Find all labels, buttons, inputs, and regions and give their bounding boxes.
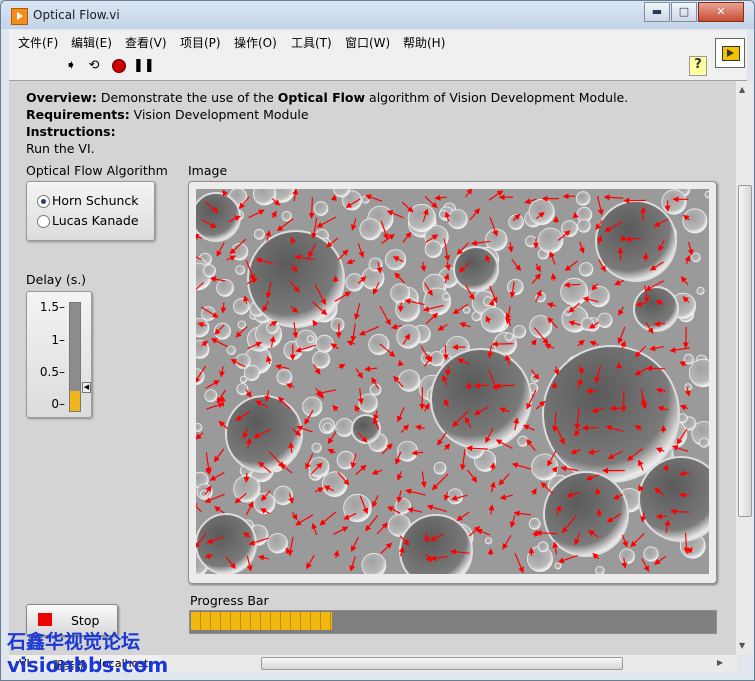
menu-operate[interactable]: 操作(O)	[234, 34, 277, 51]
title-bar: Optical Flow.vi ▬ □ ✕	[1, 1, 754, 29]
requirements-label: Requirements:	[26, 107, 130, 122]
watermark-cn: 石鑫华视觉论坛	[7, 631, 141, 653]
delay-track[interactable]	[69, 302, 81, 412]
vertical-scrollbar[interactable]: ▲ ▼	[736, 81, 753, 655]
overview-text-1: Demonstrate the use of the	[96, 90, 278, 105]
requirements-text: Vision Development Module	[129, 107, 309, 122]
labview-vi-icon	[11, 8, 28, 25]
flow-vector	[442, 345, 449, 361]
horizontal-scroll-thumb[interactable]	[261, 657, 623, 670]
flow-vector	[653, 320, 666, 327]
watermark-url: visionbbs.com	[7, 653, 169, 677]
menu-tools[interactable]: 工具(T)	[291, 34, 332, 51]
stop-label: Stop	[71, 613, 100, 628]
overview-label: Overview:	[26, 90, 97, 105]
vi-window: Optical Flow.vi ▬ □ ✕ 文件(F) 编辑(E) 查看(V) …	[0, 0, 755, 681]
progress-label: Progress Bar	[190, 593, 269, 608]
menu-help[interactable]: 帮助(H)	[403, 34, 445, 51]
scroll-up-icon[interactable]: ▲	[739, 85, 745, 94]
flow-vector	[491, 341, 514, 348]
radio-lucas-kanade[interactable]	[37, 215, 50, 228]
delay-tick-0-5: 0.5–	[39, 365, 65, 379]
progress-fill	[191, 612, 332, 630]
radio-horn-schunck[interactable]	[37, 195, 50, 208]
overview-text-2: algorithm of Vision Development Module.	[365, 90, 629, 105]
flow-vector	[445, 366, 452, 377]
delay-label: Delay (s.)	[26, 272, 87, 287]
algorithm-radio-group: Horn Schunck Lucas Kanade	[26, 181, 155, 241]
flow-vector	[243, 472, 250, 483]
delay-slider-thumb[interactable]: ◀	[82, 382, 91, 393]
menu-file[interactable]: 文件(F)	[18, 34, 58, 51]
flow-vector	[642, 252, 649, 262]
run-arrow-icon[interactable]: ➧	[63, 58, 79, 74]
maximize-button[interactable]: □	[671, 2, 697, 22]
run-continuously-icon[interactable]: ⟲	[86, 58, 102, 74]
front-panel: Overview: Demonstrate the use of the Opt…	[9, 81, 736, 655]
pause-icon[interactable]: ❚❚	[133, 58, 155, 74]
menu-project[interactable]: 项目(P)	[180, 34, 221, 51]
description-text: Overview: Demonstrate the use of the Opt…	[26, 89, 628, 157]
delay-fill	[70, 391, 80, 411]
delay-tick-1: 1–	[51, 333, 65, 347]
scroll-right-icon[interactable]: ▶	[717, 658, 723, 667]
abort-icon[interactable]	[111, 58, 127, 74]
toolbar: ➧ ⟲ ❚❚ ?	[9, 38, 747, 81]
delay-tick-1-5: 1.5–	[39, 300, 65, 314]
menu-edit[interactable]: 编辑(E)	[71, 34, 112, 51]
window-title: Optical Flow.vi	[33, 8, 120, 22]
help-icon[interactable]: ?	[689, 56, 707, 76]
flow-vector	[682, 326, 689, 349]
flow-vector	[419, 387, 426, 410]
flow-vector	[473, 382, 490, 389]
overview-bold: Optical Flow	[277, 90, 366, 105]
algorithm-label: Optical Flow Algorithm	[26, 163, 168, 178]
menu-view[interactable]: 查看(V)	[125, 34, 167, 51]
instructions-text: Run the VI.	[26, 141, 95, 156]
optical-flow-image	[196, 189, 709, 574]
vi-icon	[715, 38, 745, 68]
flow-vector	[645, 365, 666, 372]
instructions-label: Instructions:	[26, 124, 116, 139]
flow-vector	[616, 362, 623, 369]
menu-bar: 文件(F) 编辑(E) 查看(V) 项目(P) 操作(O) 工具(T) 窗口(W…	[9, 30, 747, 52]
menu-window[interactable]: 窗口(W)	[345, 34, 390, 51]
scroll-down-icon[interactable]: ▼	[739, 641, 745, 650]
delay-slider: 1.5– 1– 0.5– 0– ◀	[26, 291, 92, 418]
delay-tick-0: 0–	[51, 397, 65, 411]
flow-vector	[585, 387, 598, 394]
minimize-button[interactable]: ▬	[644, 2, 670, 22]
lucas-kanade-label[interactable]: Lucas Kanade	[52, 213, 139, 228]
vertical-scroll-thumb[interactable]	[738, 185, 752, 517]
stop-led-icon	[38, 613, 52, 626]
flow-vector	[572, 211, 579, 219]
horn-schunck-label[interactable]: Horn Schunck	[52, 193, 139, 208]
close-button[interactable]: ✕	[698, 2, 744, 22]
image-label: Image	[188, 163, 228, 178]
progress-bar	[189, 610, 717, 634]
image-display[interactable]	[188, 181, 717, 584]
bubble-image-with-flow-vectors	[196, 189, 709, 574]
